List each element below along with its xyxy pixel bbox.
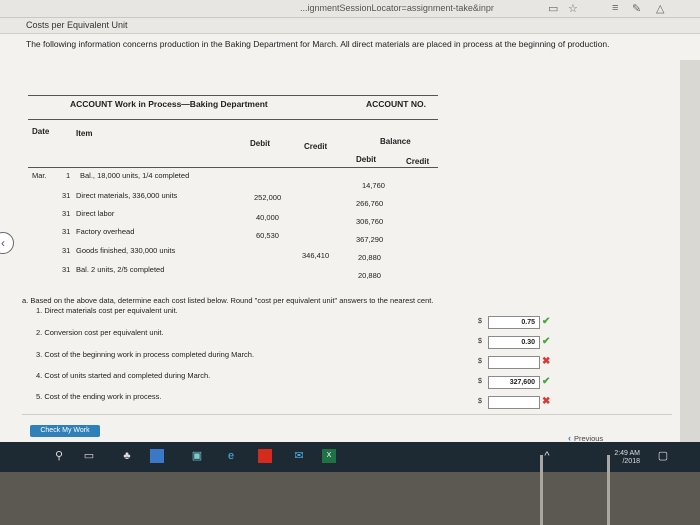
reading-view-icon[interactable]: ▭ [548, 2, 558, 15]
ledger-balance: 20,880 [358, 253, 381, 262]
answer-3-input[interactable] [488, 356, 540, 369]
ledger-item: Direct materials, 336,000 units [76, 191, 178, 200]
store-icon[interactable]: ▣ [190, 449, 204, 463]
ledger-day: 31 [62, 227, 71, 236]
account-title: ACCOUNT Work in Process—Baking Departmen… [70, 99, 268, 109]
app-icon[interactable] [258, 449, 272, 463]
question-1: 1. Direct materials cost per equivalent … [36, 306, 178, 315]
answer-5-input[interactable] [488, 396, 540, 409]
col-date: Date [32, 127, 50, 136]
cross-icon: ✖ [542, 396, 551, 407]
ledger-balance: 20,880 [358, 271, 381, 280]
answer-2-input[interactable]: 0.30 [488, 336, 540, 349]
edge-icon[interactable]: e [224, 449, 238, 463]
clock-date: /2018 [622, 458, 640, 465]
question-3: 3. Cost of the beginning work in process… [36, 350, 255, 359]
col-debit: Debit [250, 139, 270, 148]
ledger-debit: 252,000 [254, 193, 282, 202]
check-icon: ✔ [542, 336, 551, 347]
excel-icon[interactable]: X [322, 449, 336, 463]
check-icon: ✔ [542, 376, 551, 387]
answer-4-input[interactable]: 327,600 [488, 376, 540, 389]
cross-icon: ✖ [542, 356, 551, 367]
answer-1-input[interactable]: 0.75 [488, 316, 540, 329]
check-my-work-button[interactable]: Check My Work [30, 425, 100, 437]
microphone-icon[interactable]: ⚲ [52, 449, 66, 463]
screen: ...ignmentSessionLocator=assignment-take… [0, 0, 700, 470]
col-balance-debit: Debit [356, 155, 376, 164]
ledger-balance: 367,290 [356, 235, 384, 244]
question-2: 2. Conversion cost per equivalent unit. [36, 328, 164, 337]
ledger-day: 31 [62, 265, 71, 274]
ledger-debit: 60,530 [256, 231, 279, 240]
col-balance-credit: Credit [406, 157, 430, 166]
divider [22, 414, 672, 415]
hub-icon[interactable]: ≡ [612, 2, 618, 14]
share-icon[interactable]: △ [656, 2, 664, 15]
col-item: Item [76, 129, 93, 138]
scrollbar[interactable] [680, 60, 700, 470]
ledger-day: 31 [62, 209, 71, 218]
ledger-balance: 14,760 [362, 181, 385, 190]
check-icon: ✔ [542, 316, 551, 327]
page-title: Costs per Equivalent Unit [26, 20, 128, 30]
clock-time: 2:49 AM [614, 450, 640, 457]
ledger-item: Direct labor [76, 209, 115, 218]
url-text[interactable]: ...ignmentSessionLocator=assignment-take… [300, 3, 494, 13]
instructions: a. Based on the above data, determine ea… [22, 296, 434, 305]
col-credit: Credit [304, 142, 328, 151]
web-note-icon[interactable]: ✎ [632, 2, 641, 15]
outlook-icon[interactable]: ✉ [292, 449, 306, 463]
notifications-icon[interactable]: ▢ [656, 449, 670, 463]
ledger-item: Bal. 2 units, 2/5 completed [76, 265, 165, 274]
browser-app-icon[interactable] [150, 449, 164, 463]
ledger-item: Factory overhead [76, 227, 135, 236]
ledger-day: 31 [62, 246, 71, 255]
ledger-item: Goods finished, 330,000 units [76, 246, 176, 255]
ledger-item: Bal., 18,000 units, 1/4 completed [80, 171, 190, 180]
ledger-credit: 346,410 [302, 251, 330, 260]
task-view-icon[interactable]: ▭ [82, 449, 96, 463]
question-4: 4. Cost of units started and completed d… [36, 371, 211, 380]
ledger-balance: 306,760 [356, 217, 384, 226]
clock[interactable]: 2:49 AM /2018 [614, 450, 640, 466]
ledger-day: 1 [66, 171, 71, 180]
back-arrow-icon[interactable]: ‹ [0, 232, 14, 254]
ledger-balance: 266,760 [356, 199, 384, 208]
ledger-day: 31 [62, 191, 71, 200]
metal-clip [540, 455, 610, 525]
col-balance: Balance [380, 137, 411, 146]
ledger-date: Mar. [32, 171, 47, 180]
favorite-star-icon[interactable]: ☆ [568, 2, 578, 15]
browser-url-bar[interactable]: ...ignmentSessionLocator=assignment-take… [0, 0, 700, 18]
people-icon[interactable]: ♣ [120, 449, 134, 463]
ledger-debit: 40,000 [256, 213, 279, 222]
question-5: 5. Cost of the ending work in process. [36, 392, 162, 401]
ledger-account: ACCOUNT Work in Process—Baking Departmen… [28, 95, 438, 280]
assignment-header: Costs per Equivalent Unit [0, 18, 700, 34]
account-no-label: ACCOUNT NO. [366, 99, 426, 109]
problem-intro: The following information concerns produ… [26, 39, 610, 49]
